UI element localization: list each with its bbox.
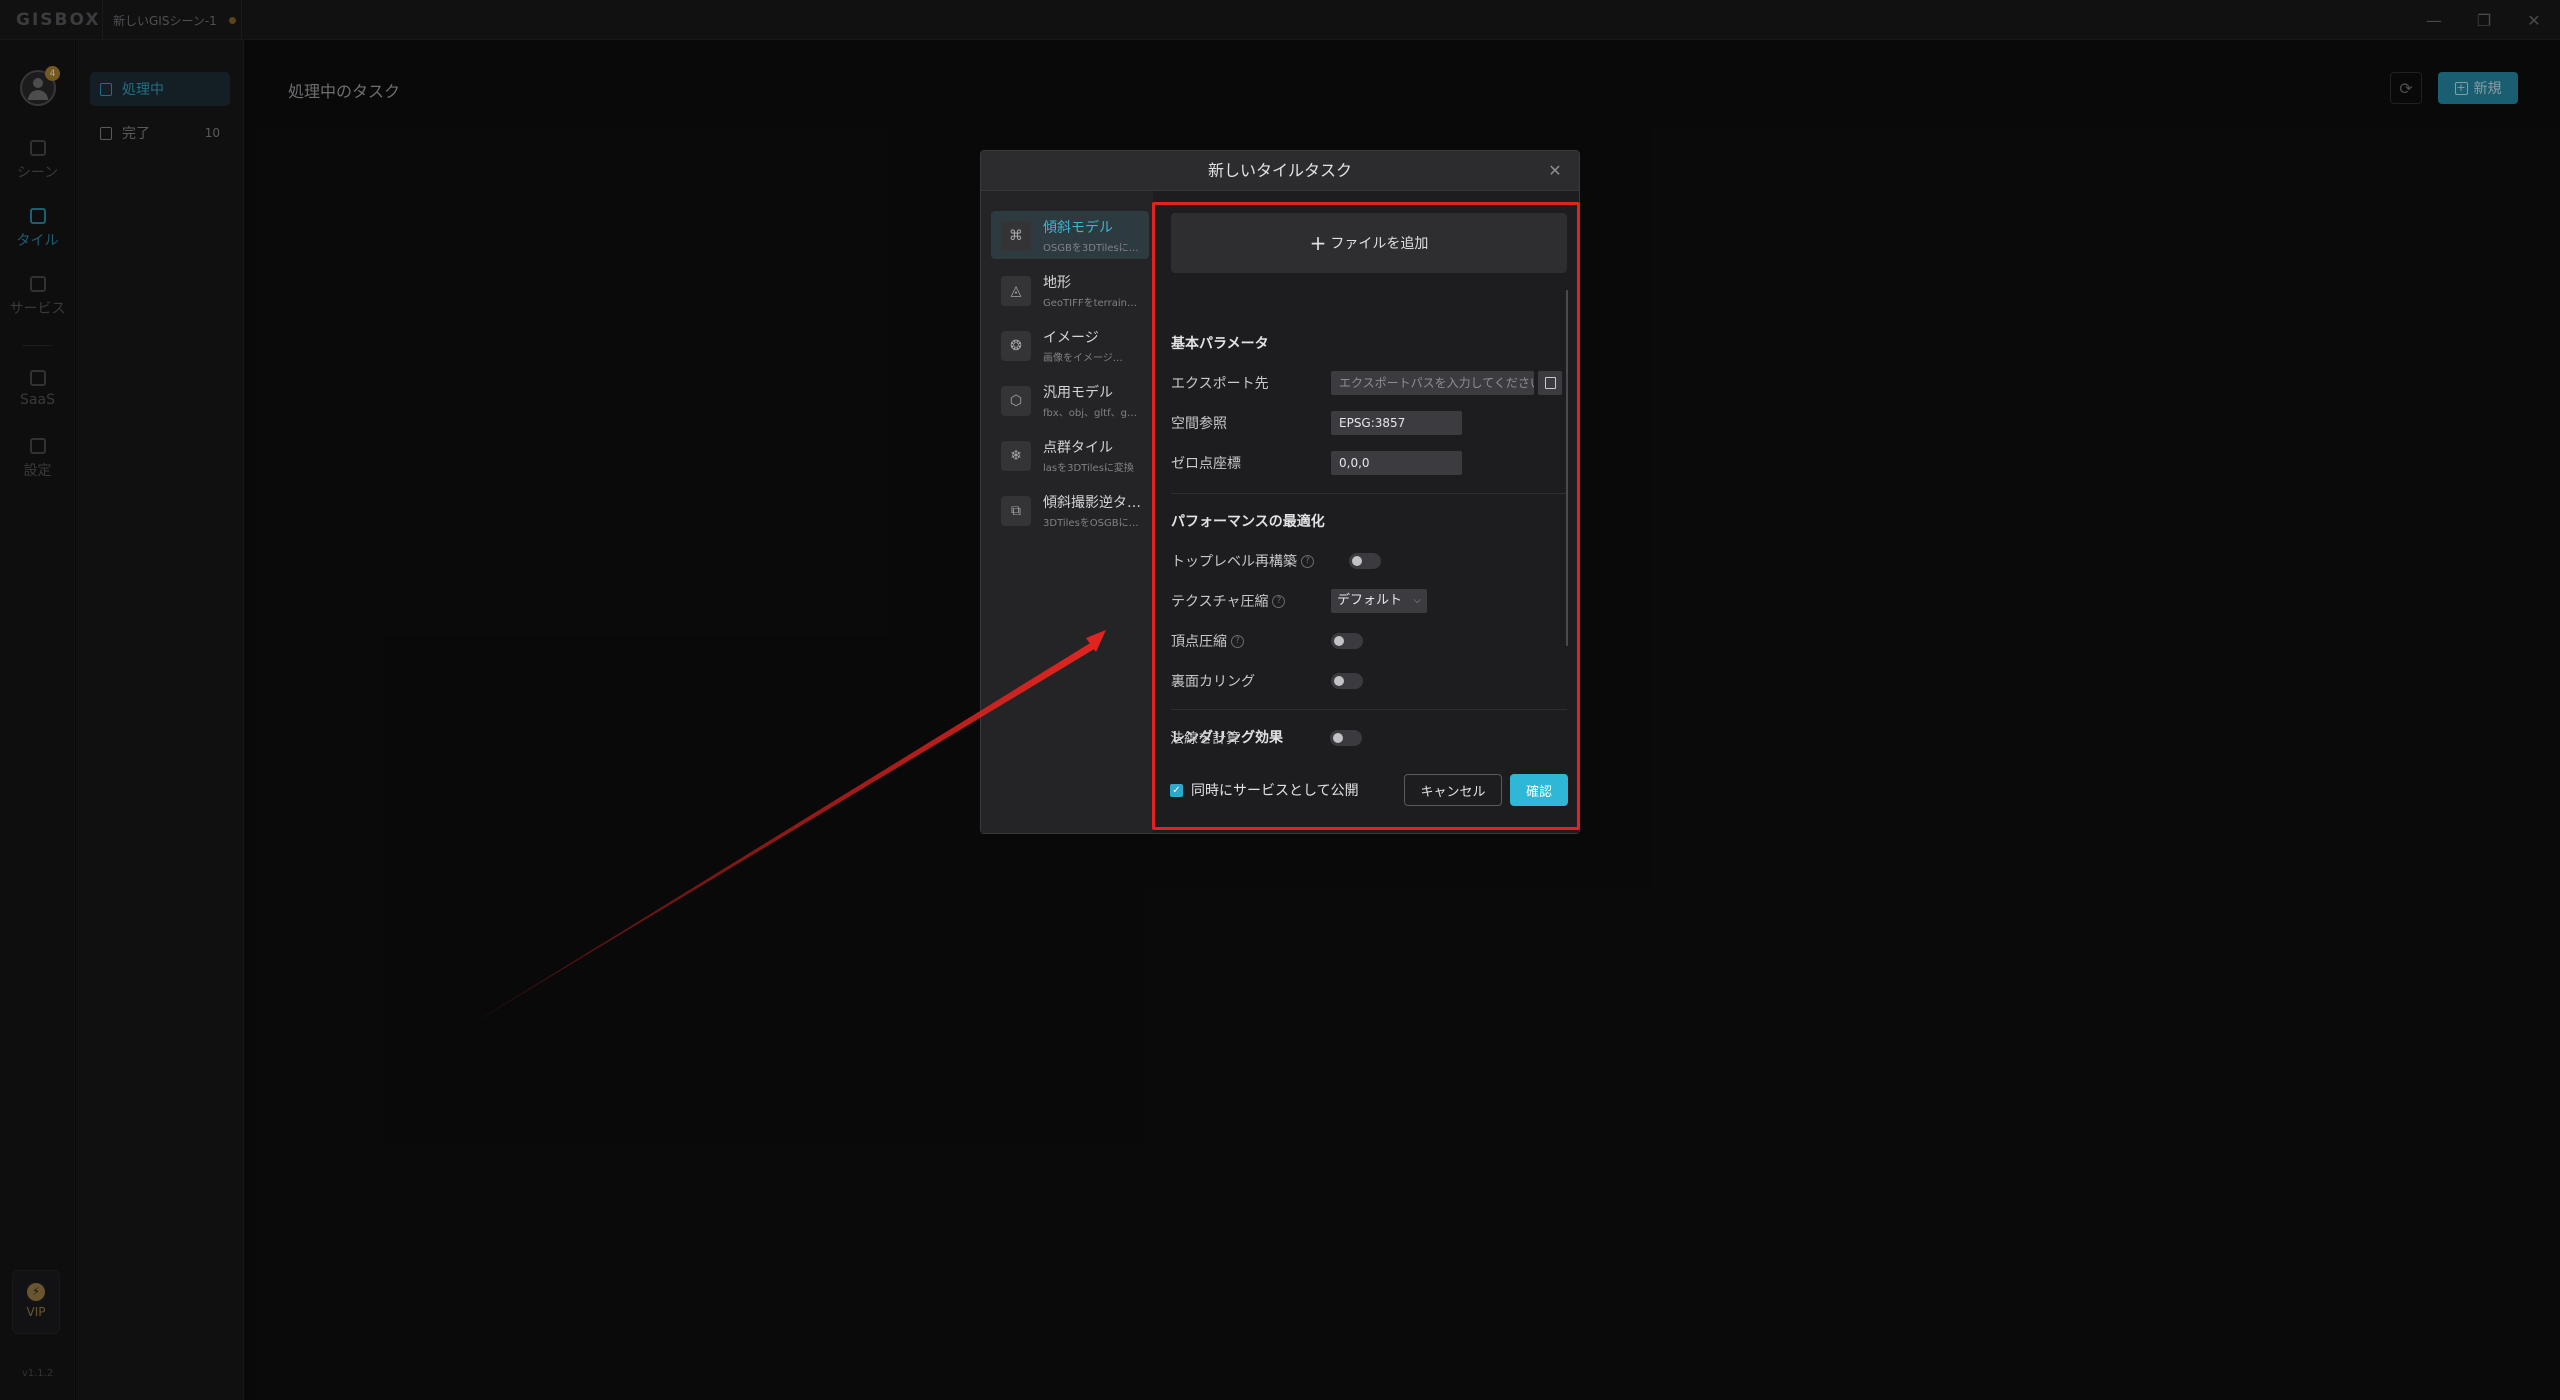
plus-square-icon: +: [2454, 80, 2468, 95]
restore-button[interactable]: ❐: [2470, 6, 2498, 34]
app-logo: GISBOX: [16, 10, 101, 30]
rail-item-label: シーン: [16, 165, 59, 181]
rail-item-service[interactable]: サービス: [0, 276, 75, 318]
normals-label: 法線を計算: [1170, 731, 1240, 747]
notification-badge: 4: [45, 66, 60, 81]
type-desc: 3DTilesをOSGBに…: [1043, 518, 1139, 529]
type-desc: fbx、obj、gltf、g…: [1043, 408, 1137, 419]
image-icon: ❂: [1001, 331, 1031, 361]
type-name: 点群タイル: [1043, 440, 1113, 456]
type-name: イメージ: [1043, 330, 1099, 346]
sidebar-item-processing[interactable]: 処理中: [90, 72, 230, 106]
scene-tab[interactable]: 新しいGISシーン-1: [102, 0, 242, 40]
vip-button[interactable]: ⚡ VIP: [12, 1270, 60, 1334]
confirm-button[interactable]: 確認: [1510, 774, 1568, 806]
sidebar-item-label: 完了: [122, 126, 150, 142]
publish-label: 同時にサービスとして公開: [1191, 783, 1359, 799]
unsaved-dot-icon: [228, 16, 236, 24]
rail-item-scene[interactable]: シーン: [0, 140, 75, 182]
type-name: 汎用モデル: [1043, 385, 1113, 401]
vip-label: VIP: [26, 1305, 46, 1319]
new-task-label: 新規: [2473, 81, 2502, 97]
saas-icon: [29, 370, 46, 386]
close-icon[interactable]: ✕: [1545, 161, 1565, 181]
bolt-icon: ⚡: [27, 1283, 45, 1301]
point-cloud-icon: ❄: [1001, 441, 1031, 471]
page-title: 処理中のタスク: [288, 82, 401, 101]
gear-icon: [29, 438, 46, 454]
type-item-terrain[interactable]: ◬ 地形 GeoTIFFをterrain…: [991, 266, 1149, 314]
reverse-convert-icon: ⧉: [1001, 496, 1031, 526]
type-item-image[interactable]: ❂ イメージ 画像をイメージ…: [991, 321, 1149, 369]
rail-item-label: サービス: [9, 301, 66, 317]
minimize-button[interactable]: —: [2420, 6, 2448, 34]
type-name: 地形: [1043, 275, 1071, 291]
rail-item-label: タイル: [16, 233, 59, 249]
refresh-button[interactable]: ⟳: [2390, 72, 2422, 104]
cube-icon: ⬡: [1001, 386, 1031, 416]
oblique-model-icon: ⌘: [1001, 221, 1031, 251]
tile-type-list: ⌘ 傾斜モデル OSGBを3DTilesに… ◬ 地形 GeoTIFFをterr…: [981, 191, 1153, 833]
type-item-point-cloud[interactable]: ❄ 点群タイル lasを3DTilesに変換: [991, 431, 1149, 479]
document-icon: [100, 82, 112, 96]
type-desc: 画像をイメージ…: [1043, 353, 1123, 364]
rail-item-settings[interactable]: 設定: [0, 438, 75, 480]
publish-service-option[interactable]: ✓ 同時にサービスとして公開: [1170, 780, 1359, 800]
dialog-title: 新しいタイルタスク: [1207, 161, 1352, 180]
avatar-body-icon: [28, 90, 48, 100]
avatar[interactable]: 4: [20, 66, 60, 106]
type-item-reverse-oblique[interactable]: ⧉ 傾斜撮影逆タ… 3DTilesをOSGBに…: [991, 486, 1149, 534]
type-desc: GeoTIFFをterrain…: [1043, 298, 1137, 309]
form-scrollbar[interactable]: [1566, 290, 1568, 646]
terrain-icon: ◬: [1001, 276, 1031, 306]
refresh-icon: ⟳: [2399, 78, 2413, 98]
title-bar: GISBOX 新しいGISシーン-1 — ❐ ✕: [0, 0, 2560, 40]
task-sidebar: 処理中 完了 10: [76, 40, 244, 1400]
cancel-button[interactable]: キャンセル: [1404, 774, 1502, 806]
type-item-oblique-model[interactable]: ⌘ 傾斜モデル OSGBを3DTilesに…: [991, 211, 1149, 259]
sidebar-item-label: 処理中: [122, 82, 164, 98]
avatar-head-icon: [33, 78, 43, 88]
type-name: 傾斜モデル: [1043, 220, 1113, 236]
dialog-header: 新しいタイルタスク ✕: [981, 151, 1579, 191]
type-name: 傾斜撮影逆タ…: [1043, 495, 1141, 511]
type-desc: OSGBを3DTilesに…: [1043, 243, 1139, 254]
version-label: v1.1.2: [21, 1368, 54, 1379]
publish-checkbox[interactable]: ✓: [1170, 783, 1183, 797]
type-item-generic-model[interactable]: ⬡ 汎用モデル fbx、obj、gltf、g…: [991, 376, 1149, 424]
rail-item-label: SaaS: [20, 392, 55, 408]
left-rail: 4 シーン タイル サービス SaaS 設定 ⚡ VIP v1.1.2: [0, 40, 75, 1400]
home-icon: [29, 140, 46, 156]
rail-divider: [22, 345, 52, 346]
rail-item-saas[interactable]: SaaS: [0, 370, 75, 408]
toggle-knob: [1333, 733, 1343, 743]
form-overlay-layer: 法線を計算 ✓ 同時にサービスとして公開 キャンセル 確認: [1152, 190, 1580, 830]
new-task-button[interactable]: + 新規: [2438, 72, 2518, 104]
normals-toggle[interactable]: [1330, 730, 1362, 746]
scene-tab-label: 新しいGISシーン-1: [113, 13, 217, 28]
close-window-button[interactable]: ✕: [2520, 6, 2548, 34]
rail-item-label: 設定: [23, 463, 52, 479]
check-document-icon: [100, 126, 112, 140]
done-count: 10: [204, 126, 220, 140]
tile-icon: [29, 208, 46, 224]
rail-item-tile[interactable]: タイル: [0, 208, 75, 250]
type-desc: lasを3DTilesに変換: [1043, 463, 1134, 474]
sidebar-item-done[interactable]: 完了 10: [90, 116, 230, 150]
service-icon: [29, 276, 46, 292]
